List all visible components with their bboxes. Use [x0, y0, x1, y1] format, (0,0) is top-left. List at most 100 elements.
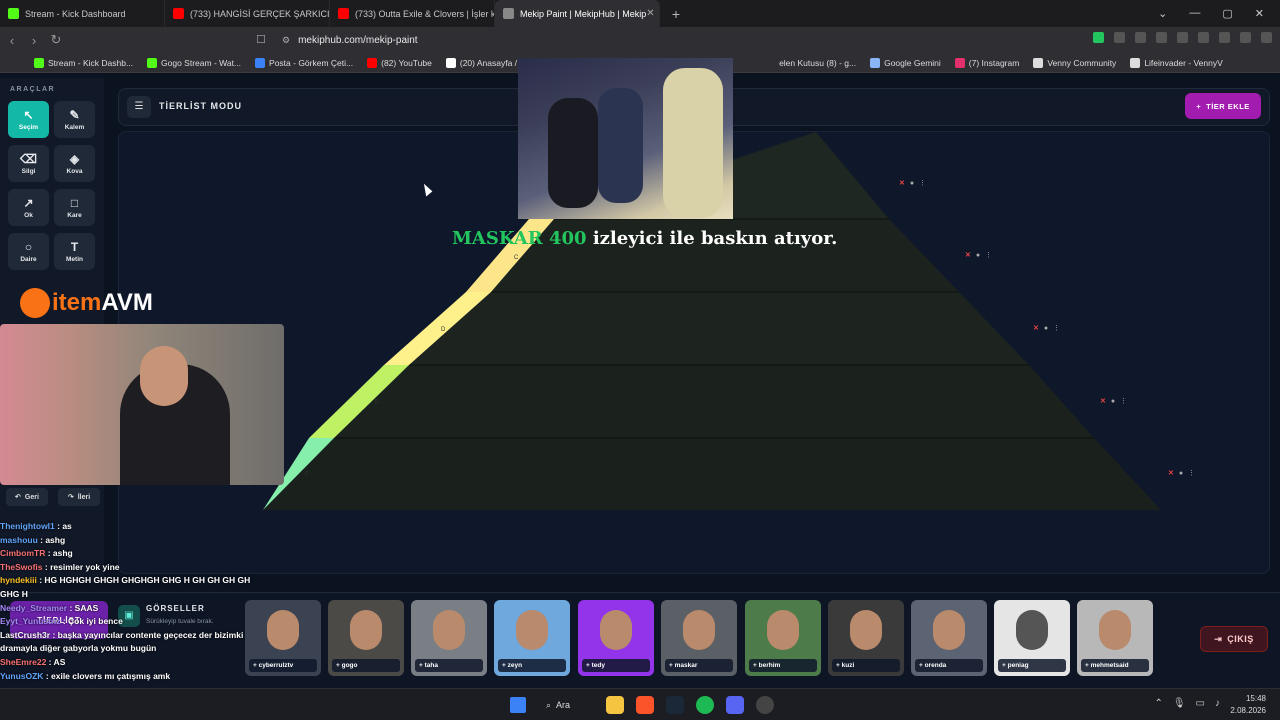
pinned-apps [606, 696, 774, 714]
chevron-up-icon[interactable]: ⌃ [1154, 698, 1162, 709]
bookmark-item[interactable]: Venny Community [1033, 57, 1116, 68]
eraser-tool-button[interactable]: ⌫ Silgi [8, 145, 49, 182]
undo-button[interactable]: ↶ Geri [6, 488, 48, 506]
download-icon[interactable] [1198, 32, 1209, 43]
pointer-icon: ↖ [23, 108, 34, 122]
color-dot-icon[interactable]: ● [1111, 398, 1115, 405]
app-icon[interactable] [756, 696, 774, 714]
add-tier-button[interactable]: + TİER EKLE [1185, 93, 1261, 119]
drag-handle-icon[interactable]: ⋮ [919, 179, 926, 187]
select-tool-button[interactable]: ↖ Seçim [8, 101, 49, 138]
browser-tab-active[interactable]: Mekip Paint | MekipHub | Mekip ✕ [495, 0, 660, 27]
bookmark-item[interactable]: (82) YouTube [367, 57, 432, 68]
new-tab-button[interactable]: + [666, 6, 686, 22]
site-info-icon[interactable]: ⚙ [282, 35, 290, 46]
bookmark-item[interactable]: (7) Instagram [954, 57, 1019, 68]
file-explorer-icon[interactable] [606, 696, 624, 714]
image-thumbnail[interactable]: + peniag [994, 600, 1070, 676]
bookmark-item[interactable]: Gogo Stream - Wat... [147, 57, 241, 68]
instagram-icon [954, 57, 965, 68]
browser-tab[interactable]: (733) Outta Exile & Clovers | İşler kız [330, 0, 495, 27]
image-thumbnail[interactable]: + kuzi [828, 600, 904, 676]
brave-icon[interactable] [636, 696, 654, 714]
bucket-tool-button[interactable]: ◈ Kova [54, 145, 95, 182]
tab-list-icon[interactable]: ⌄ [1158, 7, 1167, 20]
image-thumbnail[interactable]: + berhim [745, 600, 821, 676]
color-dot-icon[interactable]: ● [976, 252, 980, 259]
thumbnail-label: + kuzi [832, 659, 900, 672]
text-tool-button[interactable]: T Metin [54, 233, 95, 270]
raid-caption: MASKAR 400 izleyici ile baskın atıyor. [452, 228, 838, 249]
steam-icon[interactable] [666, 696, 684, 714]
sidebar-icon[interactable] [1156, 32, 1167, 43]
ai-icon[interactable] [1219, 32, 1230, 43]
circle-tool-button[interactable]: ○ Daire [8, 233, 49, 270]
back-icon[interactable]: ‹ [2, 33, 22, 48]
drag-handle-icon[interactable]: ⋮ [1053, 324, 1060, 332]
image-thumbnail[interactable]: + tedy [578, 600, 654, 676]
extension-icon[interactable] [1114, 32, 1125, 43]
menu-icon[interactable] [1261, 32, 1272, 43]
color-dot-icon[interactable]: ● [1044, 325, 1048, 332]
url-field[interactable]: ⚙ mekiphub.com/mekip-paint [282, 31, 942, 49]
forward-icon[interactable]: › [24, 33, 44, 48]
image-thumbnail[interactable]: + maskar [661, 600, 737, 676]
drag-handle-icon[interactable]: ⋮ [1188, 469, 1195, 477]
close-tab-icon[interactable]: ✕ [646, 8, 654, 19]
delete-row-icon[interactable]: ✕ [1168, 469, 1174, 477]
bookmark-item[interactable]: elen Kutusu (8) - g... [779, 58, 856, 68]
color-dot-icon[interactable]: ● [910, 180, 914, 187]
pen-tool-button[interactable]: ✎ Kalem [54, 101, 95, 138]
streamer-face [140, 346, 188, 406]
image-thumbnail[interactable]: + mehmetsaid [1077, 600, 1153, 676]
kick-icon [34, 57, 44, 68]
delete-row-icon[interactable]: ✕ [899, 179, 905, 187]
bookmark-item[interactable]: Google Gemini [870, 57, 941, 68]
drag-handle-icon[interactable]: ⋮ [1120, 397, 1127, 405]
browser-tab-bar: Stream - Kick Dashboard (733) HANGİSİ GE… [0, 0, 1280, 27]
exit-button[interactable]: ⇥ ÇIKIŞ [1200, 626, 1268, 652]
delete-row-icon[interactable]: ✕ [1033, 324, 1039, 332]
close-window-icon[interactable]: ✕ [1255, 7, 1264, 20]
taskbar-search[interactable]: ⌕ Ara [546, 696, 606, 714]
tier-letter: D [441, 327, 446, 333]
mic-icon[interactable]: 🎙 [1173, 698, 1186, 709]
chat-message: hyndekiii : HG HGHGH GHGH GHGHGH GHG H G… [0, 575, 251, 586]
window-controls: ⌄ — ▢ ✕ [1158, 7, 1280, 20]
tier-letter: E [375, 400, 379, 406]
bookmark-item[interactable]: Posta - Görkem Çeti... [255, 57, 353, 68]
delete-row-icon[interactable]: ✕ [965, 251, 971, 259]
bookmark-item[interactable]: Lifeinvader - VennyV [1130, 57, 1223, 68]
reload-icon[interactable]: ↻ [46, 32, 66, 48]
color-dot-icon[interactable]: ● [1179, 470, 1183, 477]
arrow-tool-button[interactable]: ↗ Ok [8, 189, 49, 226]
browser-tab[interactable]: Stream - Kick Dashboard [0, 0, 165, 27]
discord-icon[interactable] [726, 696, 744, 714]
rectangle-tool-button[interactable]: □ Kare [54, 189, 95, 226]
delete-row-icon[interactable]: ✕ [1100, 397, 1106, 405]
image-thumbnail[interactable]: + gogo [328, 600, 404, 676]
chat-message: Thenightowl1 : as [0, 521, 72, 531]
system-tray: ⌃ 🎙 ▭ ♪ [1154, 698, 1220, 709]
windows-start-icon[interactable] [510, 697, 526, 713]
network-icon[interactable]: ▭ [1196, 698, 1205, 709]
bookmark-item[interactable]: Stream - Kick Dashb... [34, 57, 133, 68]
image-thumbnail[interactable]: + zeyn [494, 600, 570, 676]
minimize-icon[interactable]: — [1189, 7, 1200, 20]
browser-tab[interactable]: (733) HANGİSİ GERÇEK ŞARKICI? Ft. [165, 0, 330, 27]
bookmark-icon[interactable]: ☐ [256, 33, 266, 46]
spotify-icon[interactable] [696, 696, 714, 714]
drag-handle-icon[interactable]: ⋮ [985, 251, 992, 259]
shield-icon[interactable] [1240, 32, 1251, 43]
bookmark-item[interactable]: (20) Anasayfa / X [445, 57, 525, 68]
clock[interactable]: 15:48 2.08.2026 [1230, 693, 1266, 717]
extension-icon[interactable] [1093, 32, 1104, 43]
image-thumbnail[interactable]: + taha [411, 600, 487, 676]
wallet-icon[interactable] [1177, 32, 1188, 43]
image-thumbnail[interactable]: + orenda [911, 600, 987, 676]
extension-icon[interactable] [1135, 32, 1146, 43]
maximize-icon[interactable]: ▢ [1222, 7, 1232, 20]
redo-button[interactable]: ↷ İleri [58, 488, 100, 506]
volume-icon[interactable]: ♪ [1215, 698, 1220, 709]
youtube-icon [367, 57, 378, 68]
